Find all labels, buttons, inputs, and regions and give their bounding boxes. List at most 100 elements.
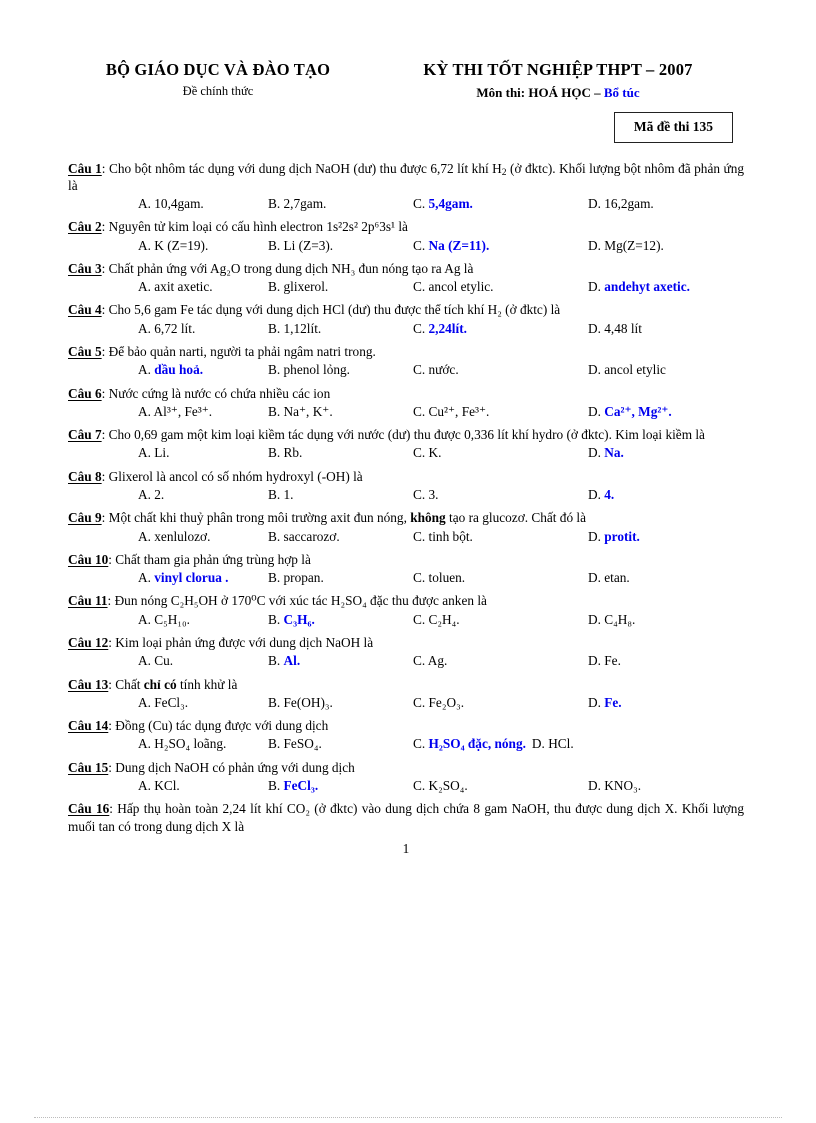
option-text-correct: H₂SO₄ đặc, nóng. <box>428 736 526 752</box>
answer-option-c[interactable]: C. Cu²⁺, Fe³⁺. <box>413 403 588 420</box>
option-text: Li. <box>154 445 170 461</box>
answer-option-d[interactable]: D. C₄H₈. <box>588 611 635 628</box>
answer-option-a[interactable]: A. H₂SO₄ loãng. <box>138 735 268 752</box>
option-row: A. dầu hoả. B. phenol lỏng. C. nước. D. anc… <box>68 361 744 378</box>
answer-option-d[interactable]: D. Fe. <box>588 694 622 711</box>
answer-option-d[interactable]: D. 16,2gam. <box>588 195 654 212</box>
answer-option-a[interactable]: A. axit axetic. <box>138 278 268 295</box>
answer-option-c[interactable]: C. nước. <box>413 361 588 378</box>
subject-line: Môn thi: HOÁ HỌC – Bổ túc <box>372 85 744 101</box>
question-label: Câu 9 <box>68 510 102 526</box>
answer-option-a[interactable]: A. dầu hoả. <box>138 361 268 378</box>
answer-option-a[interactable]: A. 10,4gam. <box>138 195 268 212</box>
answer-option-a[interactable]: A. K (Z=19). <box>138 237 268 254</box>
answer-option-c[interactable]: C. H₂SO₄ đặc, nóng. <box>413 735 532 752</box>
option-text: C₄H₈. <box>604 611 636 627</box>
question-label: Câu 1 <box>68 160 102 176</box>
answer-option-c[interactable]: C. toluen. <box>413 569 588 586</box>
answer-option-c[interactable]: C. C₂H₄. <box>413 611 588 628</box>
answer-option-d[interactable]: D. 4,48 lít <box>588 320 642 337</box>
answer-option-b[interactable]: B. 1. <box>268 486 413 503</box>
answer-option-d[interactable]: D. protit. <box>588 528 640 545</box>
answer-option-d[interactable]: D. Ca²⁺, Mg²⁺. <box>588 403 672 420</box>
answer-option-c[interactable]: C. tinh bột. <box>413 528 588 545</box>
option-letter: D. <box>531 736 549 752</box>
option-text-correct: C₃H₆. <box>283 611 315 627</box>
answer-option-b[interactable]: B. phenol lỏng. <box>268 361 413 378</box>
option-text: xenlulozơ. <box>154 528 211 544</box>
option-text: 6,72 lít. <box>154 320 196 336</box>
answer-option-b[interactable]: B. Li (Z=3). <box>268 237 413 254</box>
option-text: H₂SO₄ loãng. <box>154 736 227 752</box>
answer-option-b[interactable]: B. propan. <box>268 569 413 586</box>
answer-option-d[interactable]: D. KNO₃. <box>588 777 641 794</box>
option-row: A. axit axetic. B. glixerol. C. ancol etyl… <box>68 278 744 295</box>
answer-option-c[interactable]: C. Na (Z=11). <box>413 237 588 254</box>
answer-option-b[interactable]: B. FeSO₄. <box>268 735 413 752</box>
answer-option-b[interactable]: B. 1,12lít. <box>268 320 413 337</box>
stem-emphasis: chỉ có <box>143 676 177 692</box>
question-label: Câu 8 <box>68 468 102 484</box>
answer-option-d[interactable]: D. etan. <box>588 569 630 586</box>
answer-option-c[interactable]: C. ancol etylic. <box>413 278 588 295</box>
option-letter: D. <box>588 611 605 627</box>
answer-option-c[interactable]: C. 5,4gam. <box>413 195 588 212</box>
option-text: Al³⁺, Fe³⁺. <box>153 403 213 419</box>
answer-option-b[interactable]: B. Na⁺, K⁺. <box>268 403 413 420</box>
answer-option-a[interactable]: A. 6,72 lít. <box>138 320 268 337</box>
option-letter: A. <box>138 445 155 461</box>
question-stem: Câu 7: Cho 0,69 gam một kim loại kiềm tá… <box>68 427 705 443</box>
answer-option-d[interactable]: D. ancol etylic <box>588 361 666 378</box>
option-letter: A. <box>138 279 155 295</box>
answer-option-b[interactable]: B. saccarozơ. <box>268 528 413 545</box>
question-label: Câu 5 <box>68 344 102 360</box>
question-stem: Câu 10: Chất tham gia phản ứng trùng hợp… <box>68 551 311 567</box>
answer-option-a[interactable]: A. Al³⁺, Fe³⁺. <box>138 403 268 420</box>
answer-option-d[interactable]: D. Mg(Z=12). <box>588 237 664 254</box>
answer-option-b[interactable]: B. Fe(OH)₃. <box>268 694 413 711</box>
answer-option-a[interactable]: A. xenlulozơ. <box>138 528 268 545</box>
answer-option-c[interactable]: C. 2,24lít. <box>413 320 588 337</box>
exam-page: BỘ GIÁO DỤC VÀ ĐÀO TẠO Đề chính thức KỲ … <box>0 0 816 1123</box>
answer-option-b[interactable]: B. glixerol. <box>268 278 413 295</box>
option-text: K₂SO₄. <box>428 777 468 793</box>
option-text-correct: Na (Z=11). <box>428 237 490 253</box>
answer-option-a[interactable]: A. Cu. <box>138 652 268 669</box>
answer-option-c[interactable]: C. Ag. <box>413 652 588 669</box>
option-letter: D. <box>588 196 605 212</box>
option-text: 16,2gam. <box>604 196 654 212</box>
question-block: Câu 1: Cho bột nhôm tác dụng với dung dị… <box>68 160 744 213</box>
option-letter: C. <box>413 736 429 752</box>
answer-option-c[interactable]: C. 3. <box>413 486 588 503</box>
answer-option-c[interactable]: C. Fe₂O₃. <box>413 694 588 711</box>
option-letter: B. <box>268 653 284 669</box>
option-letter: D. <box>588 279 605 295</box>
answer-option-d[interactable]: D. andehyt axetic. <box>588 278 690 295</box>
answer-option-c[interactable]: C. K. <box>413 444 588 461</box>
exam-code-row: Mã đề thi 135 <box>68 112 744 143</box>
answer-option-a[interactable]: A. FeCl₃. <box>138 694 268 711</box>
answer-option-b[interactable]: B. Al. <box>268 652 413 669</box>
answer-option-b[interactable]: B. Rb. <box>268 444 413 461</box>
answer-option-d[interactable]: D. Fe. <box>588 652 621 669</box>
answer-option-d[interactable]: D. HCl. <box>532 735 574 752</box>
answer-option-a[interactable]: A. vinyl clorua . <box>138 569 268 586</box>
answer-option-c[interactable]: C. K₂SO₄. <box>413 777 588 794</box>
answer-option-d[interactable]: D. 4. <box>588 486 614 503</box>
answer-option-a[interactable]: A. C₅H₁₀. <box>138 611 268 628</box>
option-letter: D. <box>588 653 605 669</box>
answer-option-a[interactable]: A. Li. <box>138 444 268 461</box>
answer-option-b[interactable]: B. C₃H₆. <box>268 611 413 628</box>
question-stem: Câu 13: Chất chỉ có tính khử là <box>68 676 238 692</box>
answer-option-b[interactable]: B. 2,7gam. <box>268 195 413 212</box>
answer-option-a[interactable]: A. KCl. <box>138 777 268 794</box>
option-letter: C. <box>413 528 429 544</box>
answer-option-a[interactable]: A. 2. <box>138 486 268 503</box>
option-letter: D. <box>588 487 605 502</box>
answer-option-d[interactable]: D. Na. <box>588 444 624 461</box>
question-block: Câu 6: Nước cứng là nước có chứa nhiều c… <box>68 385 744 421</box>
option-letter: D. <box>588 237 605 253</box>
option-letter: C. <box>413 694 429 710</box>
answer-option-b[interactable]: B. FeCl₃. <box>268 777 413 794</box>
question-stem: Câu 3: Chất phản ứng với Ag₂O trong dung… <box>68 260 474 276</box>
